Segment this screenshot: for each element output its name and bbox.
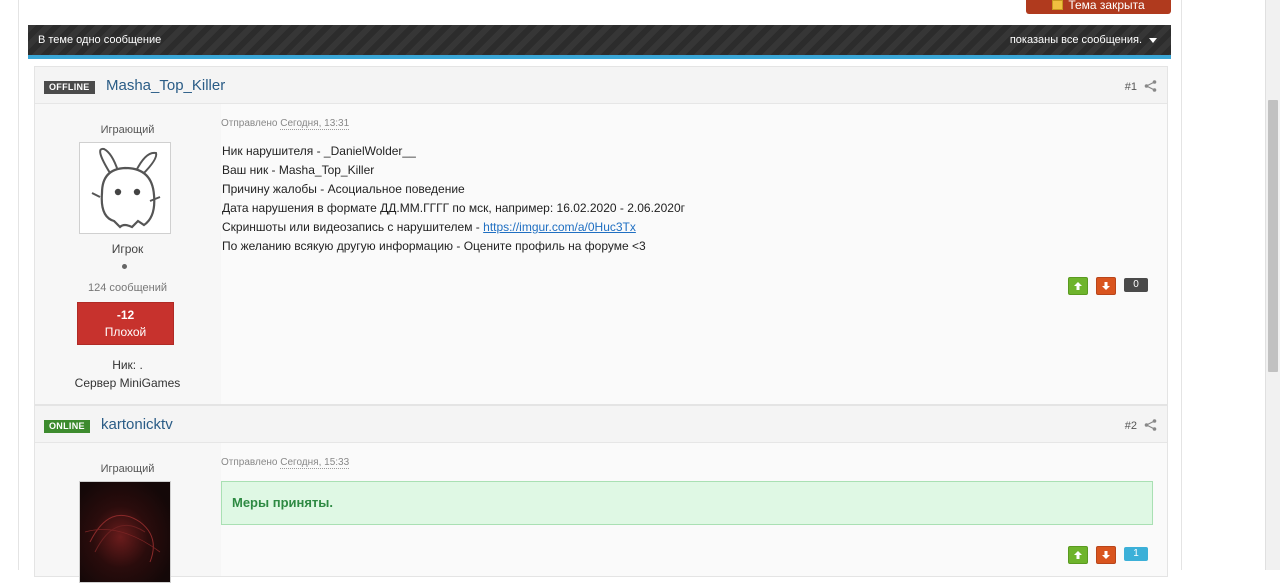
custom-field-server: Сервер MiniGames [35, 376, 220, 390]
bunny-avatar-icon [91, 147, 161, 229]
content-line: Скриншоты или видеозапись с нарушителем … [222, 218, 685, 237]
topic-closed-label: Тема закрыта [1068, 0, 1145, 12]
status-badge: ONLINE [44, 420, 90, 433]
post-date: Отправлено Сегодня, 13:31 [221, 118, 350, 130]
post-header: ONLINE kartonicktv #2 [35, 406, 1167, 443]
rank-dot-icon [122, 264, 127, 269]
post-score: 0 [1124, 278, 1148, 292]
show-messages-dropdown[interactable]: показаны все сообщения. [1010, 34, 1157, 46]
server-value: MiniGames [119, 376, 181, 390]
show-messages-label: показаны все сообщения. [1009, 34, 1142, 46]
share-icon[interactable] [1144, 80, 1157, 92]
scrollbar-thumb[interactable] [1268, 100, 1278, 372]
post-content: Ник нарушителя - _DanielWolder__ Ваш ник… [222, 142, 685, 256]
topic-closed-button[interactable]: Тема закрыта [1026, 0, 1171, 14]
topic-bar-accent-line [28, 55, 1171, 59]
reputation-label: Плохой [104, 325, 147, 339]
avatar[interactable] [79, 142, 171, 234]
arrow-down-icon [1102, 282, 1110, 290]
posted-prefix: Отправлено [221, 118, 278, 129]
vote-down-button[interactable] [1096, 546, 1116, 564]
post-date: Отправлено Сегодня, 15:33 [221, 457, 350, 469]
post-body: Отправлено Сегодня, 13:31 Ник нарушителя… [221, 104, 1167, 404]
moderator-notice: Меры приняты. [221, 481, 1153, 525]
vote-up-button[interactable] [1068, 546, 1088, 564]
evidence-link[interactable]: https://imgur.com/a/0Huc3Tx [483, 220, 636, 234]
author-link[interactable]: kartonicktv [101, 416, 173, 433]
dark-abstract-avatar-icon [84, 514, 161, 563]
reputation-value: -12 [116, 308, 135, 322]
topic-message-count: В теме одно сообщение [38, 34, 162, 46]
status-badge: OFFLINE [44, 81, 95, 94]
server-label: Сервер [74, 376, 117, 390]
author-info: Играющий [35, 443, 220, 583]
member-group: Играющий [100, 463, 155, 475]
member-group: Играющий [100, 124, 155, 136]
vote-down-button[interactable] [1096, 277, 1116, 295]
reputation-badge: -12 Плохой [77, 302, 174, 345]
post-number-link[interactable]: #1 [1125, 81, 1137, 93]
content-line: По желанию всякую другую информацию - Оц… [222, 239, 646, 253]
post-header: OFFLINE Masha_Top_Killer #1 [35, 67, 1167, 104]
message-count: 124 сообщений [88, 282, 167, 294]
share-icon[interactable] [1144, 419, 1157, 431]
author-info: Играющий Игрок 124 сообщений -12 Плохой … [35, 104, 220, 404]
content-line: Дата нарушения в формате ДД.ММ.ГГГГ по м… [222, 201, 686, 215]
custom-field-nick: Ник: . [112, 358, 143, 372]
content-line: Причину жалобы - Асоциальное поведение [222, 182, 465, 196]
posted-time: Сегодня, 13:31 [280, 118, 350, 130]
member-rank: Игрок [111, 242, 144, 256]
content-line: Ник нарушителя - _DanielWolder__ [222, 144, 416, 158]
avatar[interactable] [79, 481, 171, 583]
post-number-link[interactable]: #2 [1125, 420, 1137, 432]
arrow-up-icon [1074, 551, 1082, 559]
author-link[interactable]: Masha_Top_Killer [106, 77, 225, 94]
caret-down-icon [1149, 37, 1157, 43]
post-body: Отправлено Сегодня, 15:33 Меры приняты. … [221, 443, 1167, 576]
evidence-prefix: Скриншоты или видеозапись с нарушителем … [222, 220, 484, 234]
content-line: Ваш ник - Masha_Top_Killer [222, 163, 375, 177]
topic-bar: В теме одно сообщение показаны все сообщ… [28, 25, 1171, 55]
lock-icon [1052, 0, 1064, 10]
post-score: 1 [1124, 547, 1148, 561]
posted-time: Сегодня, 15:33 [280, 457, 350, 469]
post-2: ONLINE kartonicktv #2 Играющий Отправлен… [34, 405, 1168, 583]
posted-prefix: Отправлено [221, 457, 278, 468]
arrow-up-icon [1074, 282, 1082, 290]
vote-up-button[interactable] [1068, 277, 1088, 295]
arrow-down-icon [1102, 551, 1110, 559]
notice-text: Меры приняты. [232, 495, 334, 510]
post-1: OFFLINE Masha_Top_Killer #1 Играющий Игр… [34, 66, 1168, 405]
page-scrollbar[interactable] [1265, 0, 1280, 570]
